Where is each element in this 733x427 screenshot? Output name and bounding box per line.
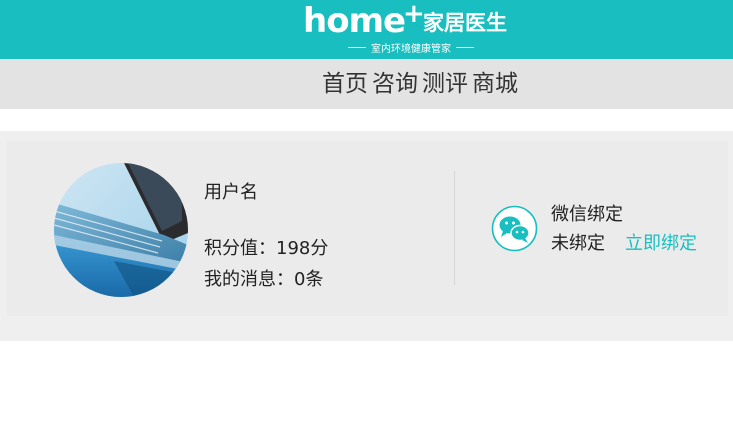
- brand-logo[interactable]: home + 家居医生 室内环境健康管家: [303, 1, 513, 57]
- points-value: 198分: [276, 238, 329, 259]
- wechat-icon: [491, 205, 538, 252]
- main-nav: 首页 咨询 测评 商城: [0, 59, 733, 109]
- logo-tagline-text: 室内环境健康管家: [371, 43, 451, 55]
- points-label: 积分值：: [204, 238, 276, 259]
- points-row: 积分值：198分: [204, 237, 328, 261]
- messages-label: 我的消息：: [204, 269, 294, 290]
- vertical-divider: [454, 171, 455, 285]
- messages-row[interactable]: 我的消息：0条: [204, 268, 323, 292]
- messages-value: 0条: [294, 269, 324, 290]
- logo-text: home: [303, 1, 406, 41]
- bind-now-link[interactable]: 立即绑定: [625, 232, 697, 256]
- avatar[interactable]: [54, 163, 188, 297]
- logo-cn-text: 家居医生: [423, 11, 507, 35]
- wechat-bind-title: 微信绑定: [551, 204, 623, 225]
- username: 用户名: [204, 182, 258, 203]
- nav-item-home[interactable]: 首页: [322, 69, 368, 99]
- nav-items: 首页 咨询 测评 商城: [322, 69, 518, 99]
- app-header: home + 家居医生 室内环境健康管家: [0, 0, 733, 59]
- laptop-photo-icon: [54, 163, 188, 297]
- nav-item-consult[interactable]: 咨询: [372, 69, 418, 99]
- wechat-bind-status: 未绑定: [551, 233, 605, 254]
- nav-item-assessment[interactable]: 测评: [422, 69, 468, 99]
- nav-item-shop[interactable]: 商城: [472, 69, 518, 99]
- logo-plus: +: [403, 0, 425, 29]
- logo-tagline: 室内环境健康管家: [321, 40, 501, 55]
